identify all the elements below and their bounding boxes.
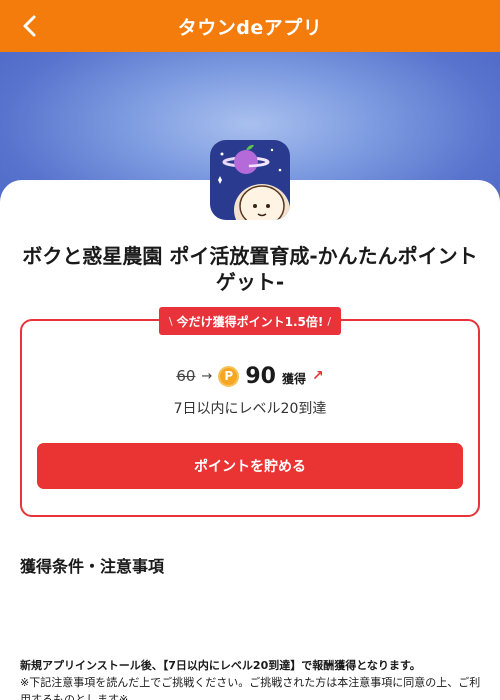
arrow-icon: →: [201, 368, 213, 384]
campaign-badge: \ 今だけ獲得ポイント1.5倍! /: [159, 307, 341, 335]
badge-decoration-right: /: [327, 314, 332, 328]
get-label: 獲得: [281, 371, 306, 386]
page-title: タウンdeアプリ: [177, 16, 323, 39]
earn-points-button[interactable]: ポイントを貯める: [37, 443, 463, 489]
badge-decoration-left: \: [168, 314, 173, 328]
new-points: 90: [245, 363, 276, 389]
achievement-condition: 7日以内にレベル20到達: [173, 401, 327, 417]
reward-row: 60 → P 90 獲得 ↗: [20, 360, 480, 392]
chevron-left-icon: [23, 15, 36, 37]
app-name: ボクと惑星農園 ポイ活放置育成-かんたんポイントゲット-: [22, 244, 478, 294]
app-header: タウンdeアプリ: [0, 0, 500, 52]
terms-line-1: 新規アプリインストール後、【7日以内にレベル20到達】で報酬獲得となります。: [20, 659, 421, 672]
terms-section-title: 獲得条件・注意事項: [20, 557, 165, 576]
badge-label: 今だけ獲得ポイント1.5倍!: [176, 314, 324, 329]
planet-farm-app-icon: [210, 140, 290, 220]
trend-up-icon: ↗: [311, 368, 324, 384]
back-button[interactable]: [12, 8, 48, 44]
point-coin-icon: P: [218, 365, 240, 387]
terms-notes: 新規アプリインストール後、【7日以内にレベル20到達】で報酬獲得となります。 ※…: [20, 657, 490, 700]
terms-line-2: ※下記注意事項を読んだ上でご挑戦ください。ご挑戦された方は本注意事項に同意の上、…: [20, 676, 481, 700]
old-points: 60: [176, 367, 196, 385]
